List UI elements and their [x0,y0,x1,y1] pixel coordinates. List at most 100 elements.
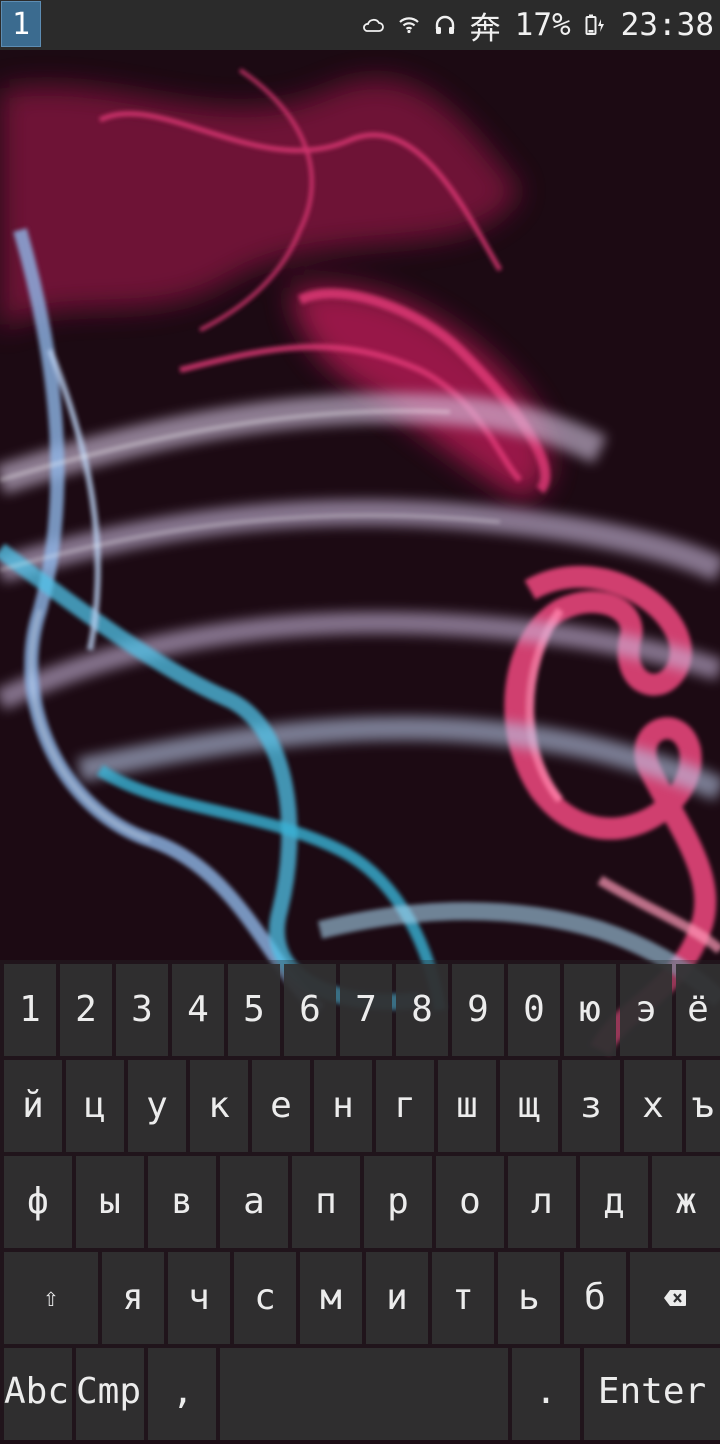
key-i[interactable]: и [366,1252,428,1344]
key-label: 5 [243,989,265,1030]
enter-key[interactable]: Enter [584,1348,720,1440]
key-label: . [535,1371,557,1412]
headphones-icon [434,15,456,35]
key-label: б [584,1277,606,1318]
key-label: ч [188,1277,210,1318]
space-key[interactable] [220,1348,508,1440]
key-label: ю [579,989,601,1030]
key-label: Cmp [76,1371,142,1412]
key-a[interactable]: а [220,1156,288,1248]
key-label: 2 [75,989,97,1030]
key-label: о [459,1181,481,1222]
key-label: р [387,1181,409,1222]
key-8[interactable]: 8 [396,964,448,1056]
key-label: ж [675,1181,697,1222]
key-4[interactable]: 4 [172,964,224,1056]
battery-icon [585,13,607,37]
key-ch[interactable]: ч [168,1252,230,1344]
key-r[interactable]: р [364,1156,432,1248]
key-label: т [452,1277,474,1318]
key-label: 9 [467,989,489,1030]
key-label: 7 [355,989,377,1030]
key-label: й [22,1085,44,1126]
key-m[interactable]: м [300,1252,362,1344]
key-ie[interactable]: е [252,1060,310,1152]
key-label: у [146,1085,168,1126]
key-o[interactable]: о [436,1156,504,1248]
key-label: 3 [131,989,153,1030]
key-t[interactable]: т [432,1252,494,1344]
shift-icon: ⇧ [43,1283,59,1313]
abc-key[interactable]: Abc [4,1348,72,1440]
shift-key[interactable]: ⇧ [4,1252,98,1344]
key-label: м [320,1277,342,1318]
key-hard-sign[interactable]: ъ [686,1060,720,1152]
key-label: х [642,1085,664,1126]
key-p[interactable]: п [292,1156,360,1248]
key-label: е [270,1085,292,1126]
key-n[interactable]: н [314,1060,372,1152]
backspace-key[interactable] [630,1252,720,1344]
status-bar: 1 奔 17% 23:38 [0,0,720,50]
key-label: 1 [19,989,41,1030]
key-label: г [394,1085,416,1126]
key-l[interactable]: л [508,1156,576,1248]
key-kh[interactable]: х [624,1060,682,1152]
key-label: в [171,1181,193,1222]
key-label: 4 [187,989,209,1030]
key-ya[interactable]: я [102,1252,164,1344]
key-label: з [580,1085,602,1126]
key-7[interactable]: 7 [340,964,392,1056]
on-screen-keyboard: 1 2 3 4 5 6 7 8 9 0 ю э ё й ц у к е н г … [0,960,720,1440]
key-soft-sign[interactable]: ь [498,1252,560,1344]
key-yo[interactable]: ё [676,964,720,1056]
key-label: Abc [4,1371,70,1412]
key-label: а [243,1181,265,1222]
key-2[interactable]: 2 [60,964,112,1056]
key-k[interactable]: к [190,1060,248,1152]
key-label: ы [99,1181,121,1222]
key-ts[interactable]: ц [66,1060,124,1152]
key-label: с [254,1277,276,1318]
key-label: я [122,1277,144,1318]
key-0[interactable]: 0 [508,964,560,1056]
workspace-indicator[interactable]: 1 [1,1,41,47]
key-label: , [172,1371,194,1412]
key-label: щ [518,1085,540,1126]
key-9[interactable]: 9 [452,964,504,1056]
key-1[interactable]: 1 [4,964,56,1056]
key-5[interactable]: 5 [228,964,280,1056]
key-short-i[interactable]: й [4,1060,62,1152]
key-label: п [315,1181,337,1222]
key-g[interactable]: г [376,1060,434,1152]
key-d[interactable]: д [580,1156,648,1248]
key-label: ь [518,1277,540,1318]
key-3[interactable]: 3 [116,964,168,1056]
clock: 23:38 [620,7,714,43]
key-y[interactable]: ы [76,1156,144,1248]
key-e-reversed[interactable]: э [620,964,672,1056]
key-label: к [208,1085,230,1126]
key-sh[interactable]: ш [438,1060,496,1152]
key-b[interactable]: б [564,1252,626,1344]
comma-key[interactable]: , [148,1348,216,1440]
compose-key[interactable]: Cmp [76,1348,144,1440]
key-6[interactable]: 6 [284,964,336,1056]
key-shch[interactable]: щ [500,1060,558,1152]
key-s[interactable]: с [234,1252,296,1344]
wifi-icon [398,16,420,34]
key-zh[interactable]: ж [652,1156,720,1248]
key-z[interactable]: з [562,1060,620,1152]
cloud-icon [362,17,384,33]
key-label: и [386,1277,408,1318]
key-label: э [635,989,657,1030]
key-label: ф [27,1181,49,1222]
key-label: ш [456,1085,478,1126]
period-key[interactable]: . [512,1348,580,1440]
key-f[interactable]: ф [4,1156,72,1248]
key-v[interactable]: в [148,1156,216,1248]
key-yu[interactable]: ю [564,964,616,1056]
key-label: д [603,1181,625,1222]
key-label: ц [84,1085,106,1126]
key-u[interactable]: у [128,1060,186,1152]
